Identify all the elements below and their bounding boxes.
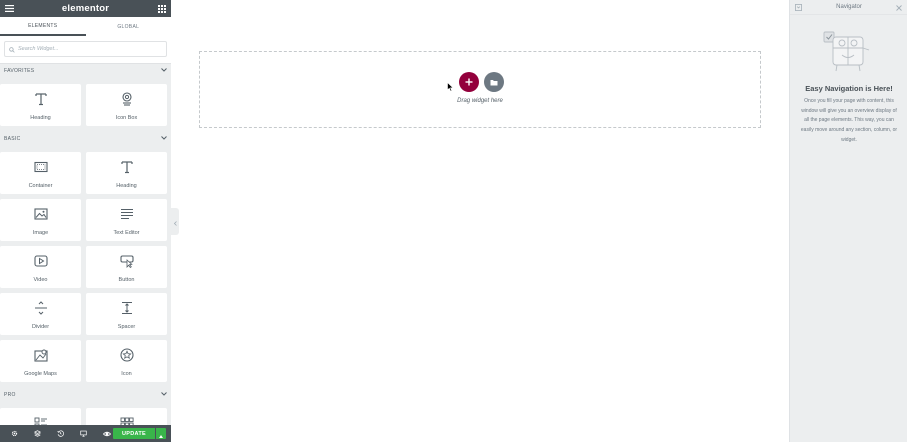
history-icon[interactable]	[49, 425, 72, 442]
widget-label: Text Editor	[113, 230, 140, 236]
star-icon	[119, 347, 135, 363]
heading-icon	[33, 91, 49, 107]
navigator-panel: Navigator Easy Navigation is Here! Once …	[789, 0, 907, 442]
update-button[interactable]: UPDATE	[113, 428, 155, 439]
category-favorites-header[interactable]: FAVORITES	[0, 65, 171, 77]
add-section-button[interactable]	[459, 72, 479, 92]
navigator-empty-description: Once you fill your page with content, th…	[800, 98, 898, 143]
panel-footer: UPDATE	[0, 425, 171, 442]
widget-spacer[interactable]: Spacer	[86, 293, 167, 335]
widget-label: Heading	[116, 183, 137, 189]
expand-all-icon[interactable]	[795, 0, 802, 16]
container-icon	[33, 159, 49, 175]
widget-heading[interactable]: Heading	[86, 152, 167, 194]
image-icon	[33, 206, 49, 222]
chevron-down-icon	[161, 68, 167, 74]
plus-icon	[465, 73, 473, 91]
text-editor-icon	[119, 206, 135, 222]
widget-label: Button	[118, 277, 135, 283]
chevron-left-icon	[173, 213, 177, 231]
widget-button[interactable]: Button	[86, 246, 167, 288]
elementor-panel: elementor ELEMENTS GLOBAL FAVORITES Head…	[0, 0, 171, 442]
widget-label: Heading	[30, 115, 51, 121]
drag-widget-hint: Drag widget here	[457, 98, 503, 104]
google-maps-icon	[33, 347, 49, 363]
chevron-down-icon	[161, 392, 167, 398]
close-icon[interactable]	[896, 0, 902, 16]
panel-tabs: ELEMENTS GLOBAL	[0, 17, 171, 36]
widget-google-maps[interactable]: Google Maps	[0, 340, 81, 382]
panel-header: elementor	[0, 0, 171, 17]
update-options-button[interactable]	[156, 428, 166, 439]
tab-global[interactable]: GLOBAL	[86, 17, 172, 36]
widgets-grid-icon[interactable]	[157, 4, 167, 14]
category-pro-header[interactable]: PRO	[0, 389, 171, 401]
spacer-icon	[119, 300, 135, 316]
elementor-logo: elementor	[61, 3, 110, 14]
add-template-button[interactable]	[484, 72, 504, 92]
caret-up-icon	[159, 425, 163, 442]
navigator-title: Navigator	[836, 4, 862, 10]
navigator-empty-illustration	[823, 28, 871, 79]
search-widget-input[interactable]	[18, 46, 158, 52]
widget-label: Google Maps	[24, 371, 57, 377]
widget-divider[interactable]: Divider	[0, 293, 81, 335]
button-icon	[119, 253, 135, 269]
responsive-mode-icon[interactable]	[72, 425, 95, 442]
widget-label: Divider	[31, 324, 50, 330]
heading-icon	[119, 159, 135, 175]
empty-section-dropzone[interactable]	[199, 51, 761, 128]
widget-label: Icon Box	[115, 115, 138, 121]
widget-icon[interactable]: Icon	[86, 340, 167, 382]
widget-label: Image	[32, 230, 49, 236]
hamburger-menu-icon[interactable]	[4, 4, 14, 14]
category-pro-label: PRO	[4, 392, 16, 398]
navigator-header: Navigator	[790, 0, 907, 15]
category-favorites-label: FAVORITES	[4, 68, 35, 74]
video-icon	[33, 253, 49, 269]
tab-elements[interactable]: ELEMENTS	[0, 17, 86, 36]
widget-label: Container	[28, 183, 53, 189]
search-area	[0, 36, 171, 64]
widget-image[interactable]: Image	[0, 199, 81, 241]
navigator-layers-icon[interactable]	[26, 425, 49, 442]
widget-container[interactable]: Container	[0, 152, 81, 194]
divider-icon	[33, 300, 49, 316]
widget-label: Spacer	[117, 324, 136, 330]
search-box	[4, 41, 167, 57]
category-basic-header[interactable]: BASIC	[0, 133, 171, 145]
mouse-cursor-icon	[447, 79, 454, 97]
category-basic-label: BASIC	[4, 136, 21, 142]
widget-text-editor[interactable]: Text Editor	[86, 199, 167, 241]
widget-label: Video	[33, 277, 48, 283]
folder-icon	[490, 73, 498, 91]
chevron-down-icon	[161, 136, 167, 142]
widget-label: Icon	[121, 371, 132, 377]
navigator-empty-heading: Easy Navigation is Here!	[805, 84, 893, 93]
widget-icon-box[interactable]: Icon Box	[86, 84, 167, 126]
icon-box-icon	[119, 91, 135, 107]
widget-video[interactable]: Video	[0, 246, 81, 288]
panel-collapse-handle[interactable]	[171, 208, 179, 235]
widget-heading-favorite[interactable]: Heading	[0, 84, 81, 126]
search-icon	[9, 40, 15, 58]
settings-gear-icon[interactable]	[3, 425, 26, 442]
